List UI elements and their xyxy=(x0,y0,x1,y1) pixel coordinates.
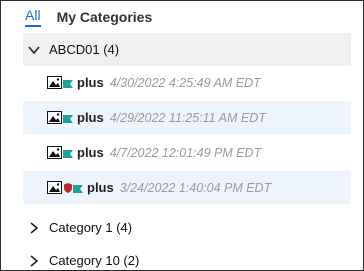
tab-all[interactable]: All xyxy=(25,7,41,27)
list-item[interactable]: plus 3/24/2022 1:40:04 PM EDT xyxy=(23,171,351,204)
item-name: plus xyxy=(77,145,104,160)
categories-panel: All My Categories ABCD01 (4) plus 4/30/2… xyxy=(0,0,364,271)
group-row-category-1[interactable]: Category 1 (4) xyxy=(23,211,351,244)
flag-icon xyxy=(63,115,73,123)
item-date: 4/7/2022 12:01:49 PM EDT xyxy=(109,145,262,160)
item-name: plus xyxy=(77,110,104,125)
shield-icon xyxy=(64,182,72,193)
group-row-abcd01[interactable]: ABCD01 (4) xyxy=(23,33,351,66)
tab-my-categories[interactable]: My Categories xyxy=(57,9,153,27)
flag-icon xyxy=(63,150,73,158)
group-label: Category 10 (2) xyxy=(49,253,140,268)
item-name: plus xyxy=(87,180,114,195)
list-item[interactable]: plus 4/30/2022 4:25:49 AM EDT xyxy=(23,66,351,99)
flag-icon xyxy=(73,185,83,193)
chevron-right-icon[interactable] xyxy=(27,254,41,268)
group-label: Category 1 (4) xyxy=(49,220,133,235)
image-icon xyxy=(47,146,62,159)
chevron-right-icon[interactable] xyxy=(27,221,41,235)
image-icon xyxy=(47,76,62,89)
item-name: plus xyxy=(77,75,104,90)
list-item[interactable]: plus 4/29/2022 11:25:11 AM EDT xyxy=(23,101,351,134)
list-item[interactable]: plus 4/7/2022 12:01:49 PM EDT xyxy=(23,136,351,169)
item-date: 3/24/2022 1:40:04 PM EDT xyxy=(119,180,272,195)
flag-icon xyxy=(63,80,73,88)
image-icon xyxy=(47,111,62,124)
item-date: 4/30/2022 4:25:49 AM EDT xyxy=(109,75,261,90)
group-row-category-10[interactable]: Category 10 (2) xyxy=(23,244,351,270)
item-date: 4/29/2022 11:25:11 AM EDT xyxy=(109,110,266,125)
image-icon xyxy=(47,181,62,194)
group-label: ABCD01 (4) xyxy=(49,42,120,57)
chevron-down-icon[interactable] xyxy=(27,43,41,57)
tab-bar: All My Categories xyxy=(25,7,152,27)
